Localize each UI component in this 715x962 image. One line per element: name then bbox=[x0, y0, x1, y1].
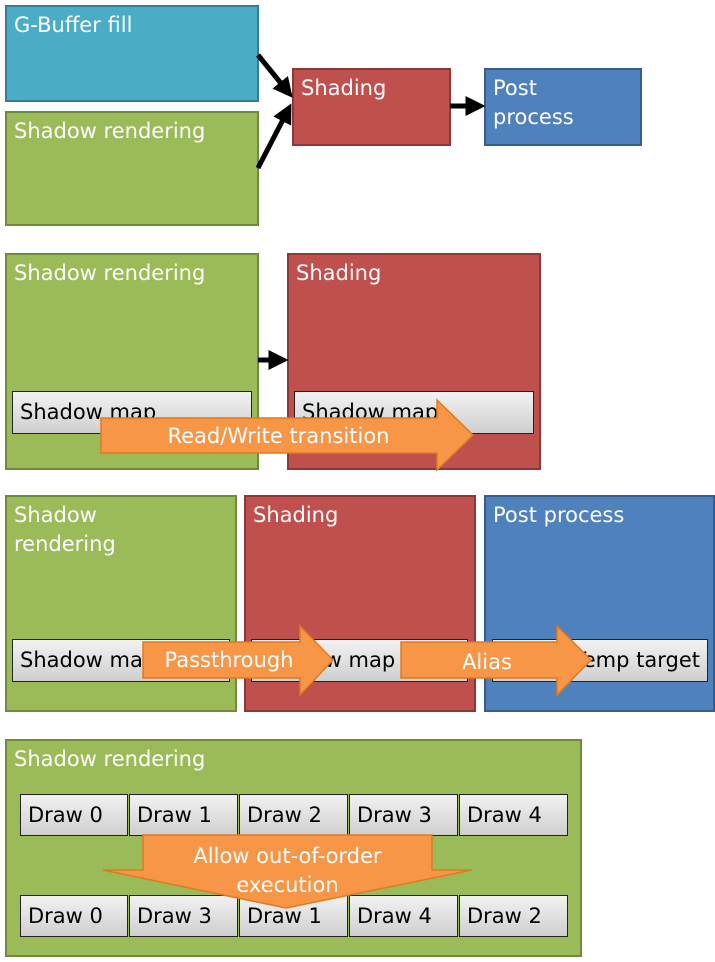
dependency-arrow bbox=[256, 53, 293, 98]
read-write-transition-label: Read/Write transition bbox=[167, 424, 390, 448]
alias-label: Alias bbox=[462, 650, 512, 674]
dependency-arrow bbox=[255, 103, 292, 170]
arrows-layer bbox=[100, 53, 593, 909]
passthrough-label: Passthrough bbox=[164, 648, 294, 672]
out-of-order-label: Allow out-of-order execution bbox=[193, 844, 382, 897]
